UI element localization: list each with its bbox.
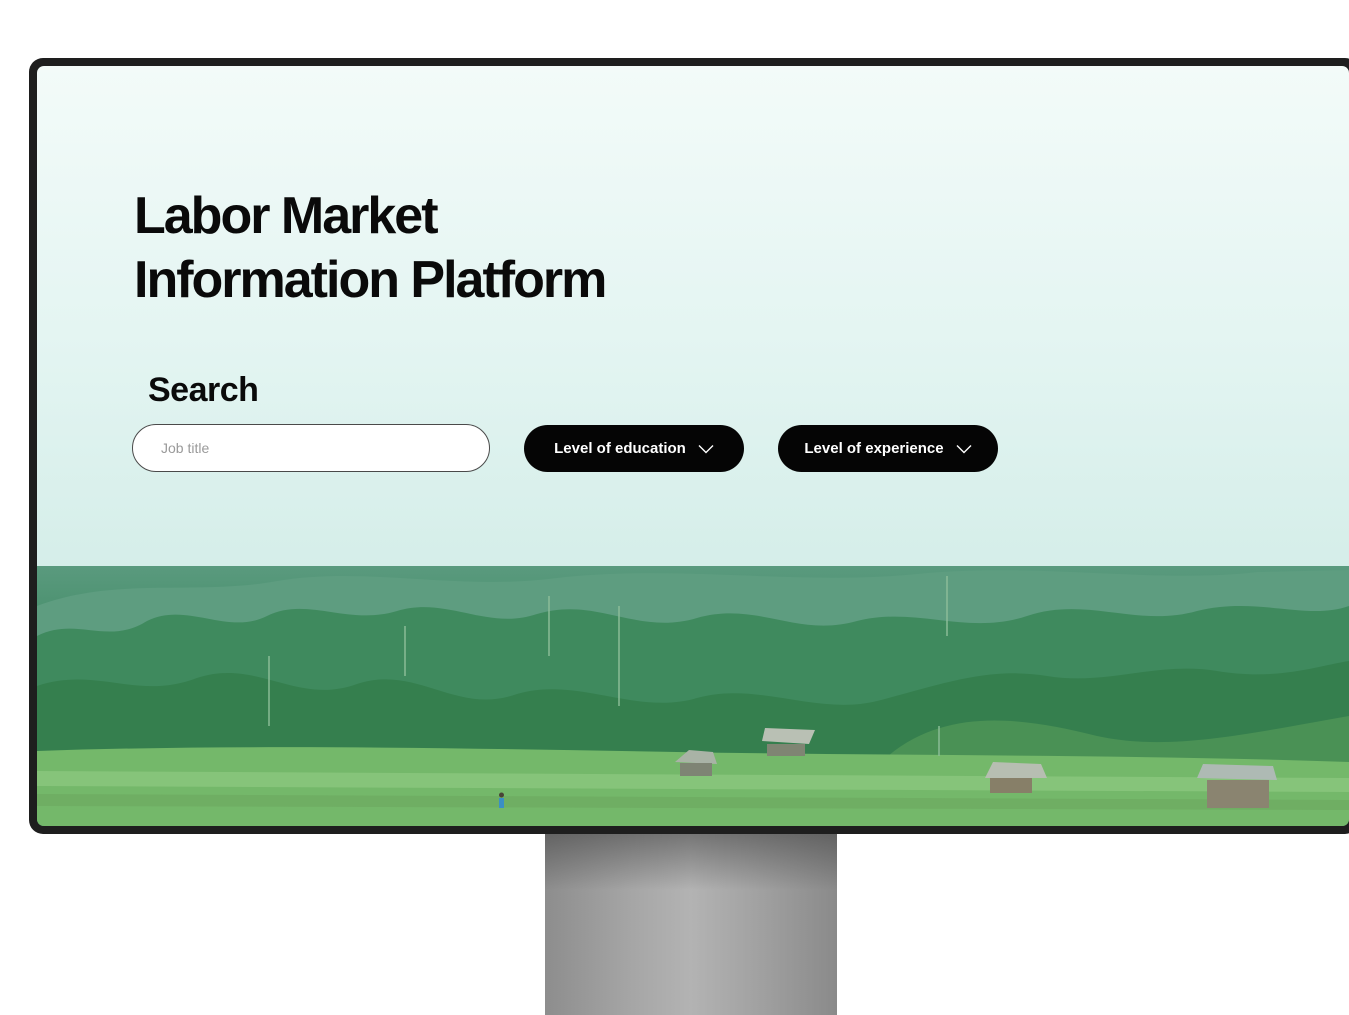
job-title-input[interactable] — [132, 424, 490, 472]
experience-level-dropdown[interactable]: Level of experience — [778, 425, 998, 472]
screen: Labor Market Information Platform Search… — [37, 66, 1349, 826]
page-title-line-2: Information Platform — [134, 251, 607, 309]
forest-scene — [37, 570, 1349, 826]
monitor-stand — [545, 830, 837, 1015]
chevron-down-icon — [698, 444, 714, 453]
education-level-dropdown[interactable]: Level of education — [524, 425, 744, 472]
experience-level-label: Level of experience — [804, 440, 944, 457]
search-heading: Search — [148, 371, 259, 409]
landscape-image — [37, 566, 1349, 826]
page-title-line-1: Labor Market — [134, 187, 439, 245]
monitor-bezel: Labor Market Information Platform Search… — [29, 58, 1349, 834]
page-title: Labor Market Information Platform — [134, 184, 607, 312]
stage: Labor Market Information Platform Search… — [0, 0, 1349, 1015]
education-level-label: Level of education — [554, 440, 686, 457]
chevron-down-icon — [956, 444, 972, 453]
